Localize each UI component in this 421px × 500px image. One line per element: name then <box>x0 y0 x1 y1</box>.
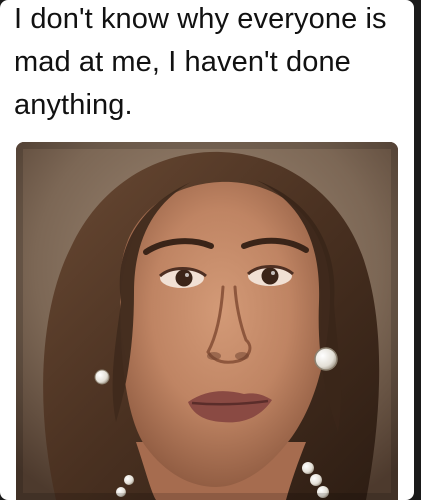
meme-card: I don't know why everyone is mad at me, … <box>0 0 414 500</box>
right-nostril <box>235 352 249 360</box>
meme-caption: I don't know why everyone is mad at me, … <box>14 3 387 121</box>
pearl-earring-right <box>314 347 338 371</box>
right-eye-highlight <box>271 271 275 275</box>
meme-frame: I don't know why everyone is mad at me, … <box>0 0 421 500</box>
left-iris <box>175 269 193 287</box>
meme-photo <box>16 142 398 500</box>
right-iris <box>261 267 279 285</box>
woman-face-illustration <box>16 142 398 500</box>
left-eye-highlight <box>185 273 189 277</box>
pearl-earring-left <box>94 369 110 385</box>
left-nostril <box>207 352 221 360</box>
